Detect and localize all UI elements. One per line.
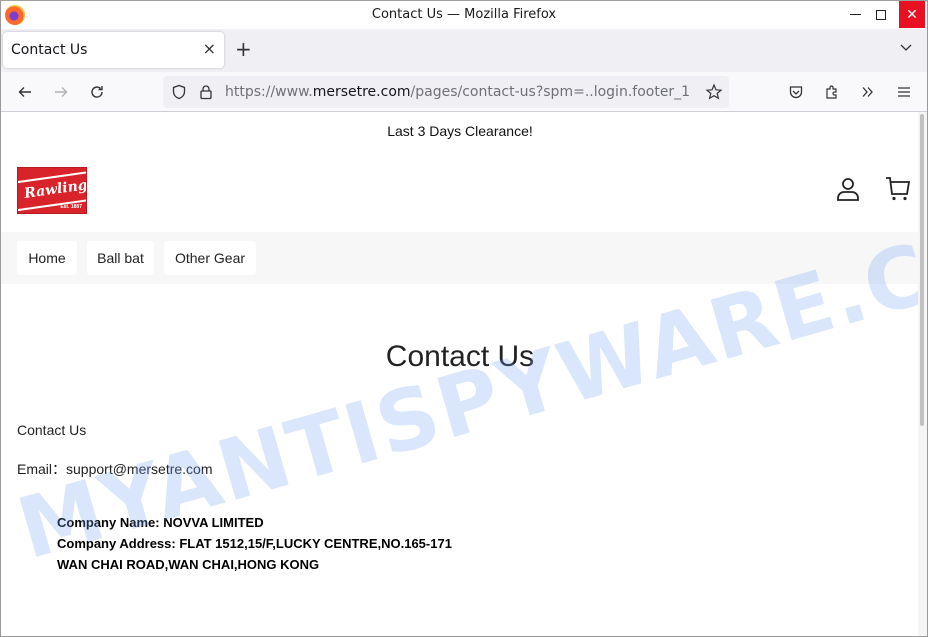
new-tab-button[interactable]: + [235, 38, 252, 60]
menu-item-ball-bat[interactable]: Ball bat [87, 241, 154, 275]
pocket-icon [789, 86, 803, 99]
company-name: Company Name: NOVVA LIMITED [57, 515, 264, 530]
company-address-line-1: Company Address: FLAT 1512,15/F,LUCKY CE… [57, 536, 452, 551]
forward-arrow-icon [55, 87, 68, 97]
extensions-puzzle-icon [826, 85, 837, 99]
url-bar[interactable]: https://www.mersetre.com/pages/contact-u… [163, 76, 729, 108]
tab-contact-us[interactable]: Contact Us × [3, 32, 224, 68]
close-window-button[interactable]: ✕ [899, 1, 925, 28]
list-all-tabs-chevron-down-icon[interactable] [899, 40, 913, 54]
logo-est: Est. 1887 [60, 204, 82, 210]
reload-icon [91, 86, 103, 98]
contact-label: Contact Us [17, 422, 87, 438]
overflow-button[interactable] [858, 82, 878, 102]
email-line: Email：support@mersetre.com [17, 459, 213, 479]
menu-item-other-gear[interactable]: Other Gear [164, 241, 256, 275]
navigation-toolbar: https://www.mersetre.com/pages/contact-u… [1, 72, 927, 112]
minimize-button[interactable] [841, 1, 869, 28]
scrollbar-thumb[interactable] [920, 114, 924, 426]
tracking-shield-icon[interactable] [171, 84, 187, 100]
announcement-bar[interactable]: Last 3 Days Clearance! [1, 112, 919, 150]
menu-item-home[interactable]: Home [17, 241, 77, 275]
reload-button[interactable] [87, 82, 107, 102]
url-domain: mersetre.com [312, 84, 411, 100]
app-menu-button[interactable] [894, 82, 914, 102]
minimize-icon [849, 14, 861, 15]
hamburger-menu-icon [898, 87, 910, 97]
email-value[interactable]: support@mersetre.com [66, 461, 212, 477]
maximize-icon [876, 9, 886, 20]
main-menu: Home Ball bat Other Gear [1, 232, 919, 284]
shopping-cart-icon[interactable] [885, 176, 911, 202]
extensions-button[interactable] [822, 82, 842, 102]
page-content: Last 3 Days Clearance! Rawlings Est. 188… [1, 112, 919, 636]
back-arrow-icon [18, 87, 31, 97]
pocket-button[interactable] [786, 82, 806, 102]
account-user-icon[interactable] [835, 176, 861, 202]
title-bar: Contact Us — Mozilla Firefox ✕ [1, 1, 927, 29]
email-label: Email： [17, 461, 67, 477]
tab-title: Contact Us [11, 42, 88, 58]
browser-window: Contact Us — Mozilla Firefox ✕ Contact U… [0, 0, 928, 637]
page-scrollbar[interactable] [918, 112, 927, 636]
back-button[interactable] [15, 82, 35, 102]
url-text[interactable]: https://www.mersetre.com/pages/contact-u… [225, 84, 695, 100]
rawlings-logo[interactable]: Rawlings Est. 1887 [17, 167, 87, 214]
site-header: Rawlings Est. 1887 [1, 150, 919, 232]
overflow-chevrons-icon [862, 87, 873, 97]
url-prefix: https://www. [225, 84, 313, 100]
close-icon: ✕ [906, 6, 918, 23]
window-title: Contact Us — Mozilla Firefox [371, 7, 557, 22]
maximize-button[interactable] [867, 1, 895, 28]
forward-button[interactable] [51, 82, 71, 102]
lock-icon[interactable] [199, 84, 213, 100]
tab-strip: Contact Us × + [1, 29, 927, 72]
company-info: Company Name: NOVVA LIMITED Company Addr… [57, 512, 452, 575]
close-tab-button[interactable]: × [203, 40, 216, 58]
page-title: Contact Us [385, 340, 535, 373]
bookmark-star-icon[interactable] [705, 83, 723, 101]
company-address-line-2: WAN CHAI ROAD,WAN CHAI,HONG KONG [57, 557, 320, 572]
url-path: /pages/contact-us?spm=..login.footer_1 [410, 84, 691, 100]
